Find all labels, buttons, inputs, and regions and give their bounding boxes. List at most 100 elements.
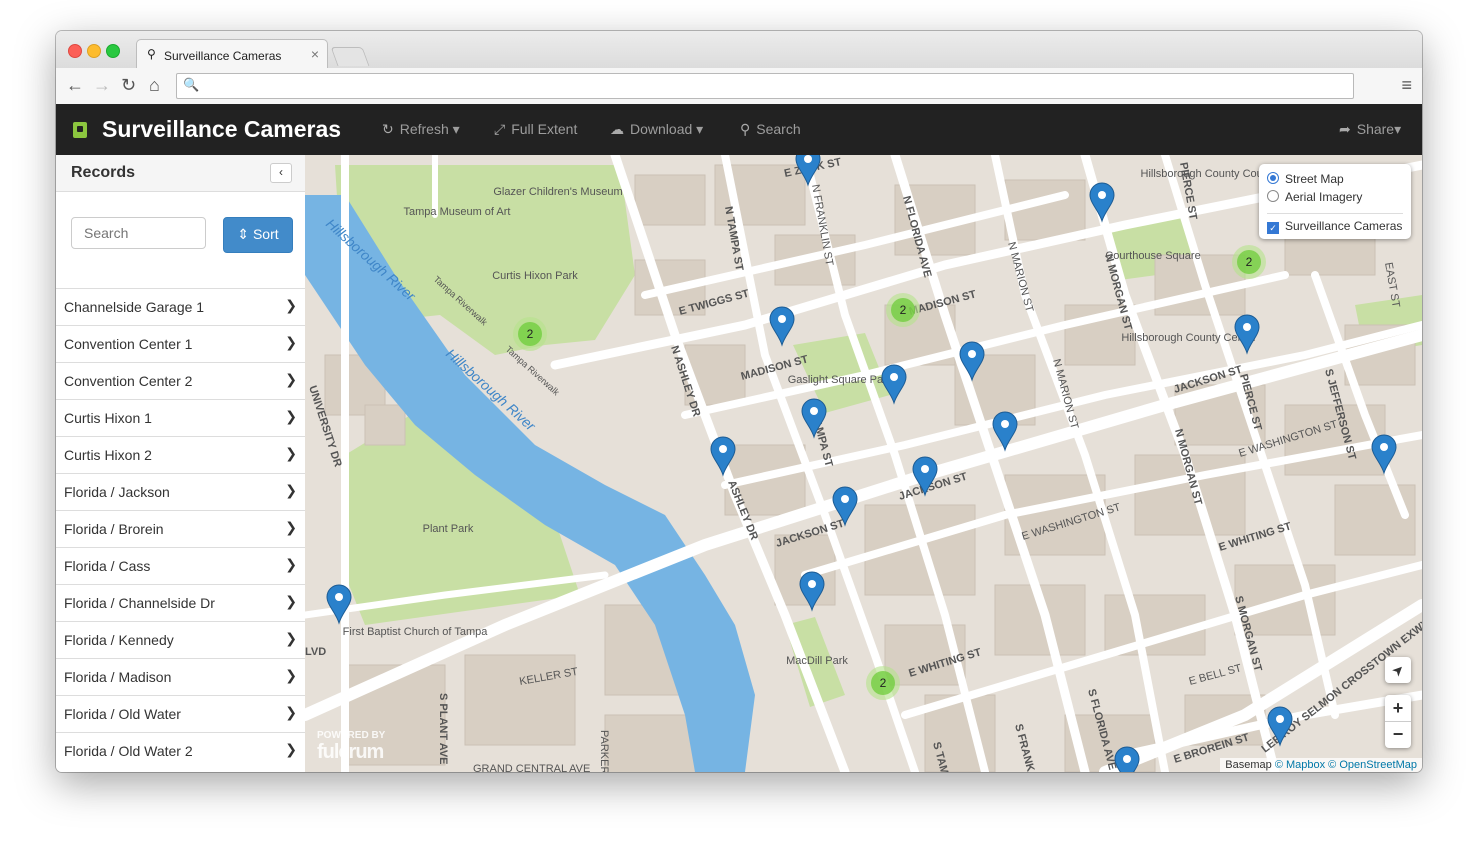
list-item[interactable]: Curtis Hixon 1 ❯ [56,399,305,436]
caret-down-icon: ▾ [1394,121,1402,137]
forward-button[interactable]: → [93,75,111,95]
browser-tab[interactable]: ⚲ Surveillance Cameras × [136,39,328,69]
list-item-label: Convention Center 1 [64,336,193,352]
maximize-window-button[interactable] [106,44,120,58]
poi-label: MacDill Park [786,655,848,667]
search-label: Search [756,121,801,137]
chevron-right-icon: ❯ [285,741,297,757]
app-title[interactable]: Surveillance Cameras [102,116,341,143]
layer-control: Street Map Aerial Imagery ✓ Surveillance … [1259,164,1411,239]
cameras-layer-option[interactable]: ✓ Surveillance Cameras [1267,219,1402,234]
caret-down-icon: ▾ [696,121,704,137]
list-item-label: Curtis Hixon 2 [64,447,152,463]
cluster-marker[interactable]: 2 [886,293,920,327]
cluster-marker[interactable]: 2 [1232,245,1266,279]
cluster-count: 2 [900,303,907,317]
list-item[interactable]: Florida / Kennedy ❯ [56,621,305,658]
chevron-right-icon: ❯ [285,482,297,498]
poi-label: Gaslight Square Park [788,374,893,386]
poi-label: Plant Park [423,523,474,535]
minimize-window-button[interactable] [87,44,101,58]
mapbox-link[interactable]: © Mapbox [1275,759,1325,771]
cluster-marker[interactable]: 2 [866,666,900,700]
refresh-icon: ↻ [382,121,394,137]
full-extent-label: Full Extent [511,121,578,137]
reload-button[interactable]: ↻ [121,75,136,95]
powered-by-label: POWERED BY [317,730,386,741]
sidebar-header: Records ‹ [56,155,305,192]
osm-link[interactable]: © OpenStreetMap [1328,759,1417,771]
list-item[interactable]: Florida / Brorein ❯ [56,510,305,547]
cluster-marker[interactable]: 2 [513,317,547,351]
camera-marker-pin[interactable] [1114,746,1140,772]
cluster-count: 2 [1246,255,1253,269]
map-label: N MARION ST [1005,241,1035,314]
camera-marker-pin[interactable] [881,364,907,405]
list-item[interactable]: Florida / Old Water 2 ❯ [56,732,305,769]
chevron-right-icon: ❯ [285,408,297,424]
tab-close-button[interactable]: × [311,46,319,62]
camera-marker-pin[interactable] [769,306,795,347]
aerial-imagery-label: Aerial Imagery [1285,190,1363,204]
list-item-label: Florida / Jackson [64,484,170,500]
chevron-right-icon: ❯ [285,334,297,350]
list-item-label: Florida / Old Water 2 [64,743,193,759]
locate-button[interactable]: ➤ [1385,657,1411,683]
street-map-option[interactable]: Street Map [1267,172,1344,186]
list-item[interactable]: Convention Center 1 ❯ [56,325,305,362]
radio-selected-icon[interactable] [1267,172,1279,184]
list-item[interactable]: Florida / Channelside Dr ❯ [56,584,305,621]
zoom-in-button[interactable]: + [1385,695,1411,722]
collapse-sidebar-button[interactable]: ‹ [270,163,292,183]
list-item-label: Convention Center 2 [64,373,193,389]
map-label: S FRANK [1012,723,1036,772]
chevron-right-icon: ❯ [285,519,297,535]
street-map-label: Street Map [1285,172,1344,186]
chevron-right-icon: ❯ [285,667,297,683]
search-icon: 🔍 [183,77,200,92]
list-item[interactable]: Curtis Hixon 2 ❯ [56,436,305,473]
browser-menu-button[interactable]: ≡ [1401,76,1412,94]
list-item-label: Florida / Old Water [64,706,181,722]
checkbox-checked-icon[interactable]: ✓ [1267,222,1279,234]
refresh-menu[interactable]: ↻ Refresh ▾ [382,121,460,138]
download-menu[interactable]: ☁ Download ▾ [610,121,703,138]
map-view[interactable]: E ZACK ST E TWIGGS ST MADISON ST MADISON… [305,155,1422,772]
cluster-count: 2 [880,676,887,690]
radio-icon[interactable] [1267,190,1279,202]
list-item[interactable]: Florida / Old Water ❯ [56,695,305,732]
records-search-input[interactable] [71,217,206,249]
back-button[interactable]: ← [66,75,84,95]
map-label: PARKER [598,730,610,772]
download-label: Download [630,121,693,137]
list-item[interactable]: Florida / Madison ❯ [56,658,305,695]
list-item[interactable]: Convention Center 2 ❯ [56,362,305,399]
riverwalk-label: Tampa Riverwalk [504,344,562,398]
address-bar[interactable]: 🔍 [176,73,1354,99]
cluster-count: 2 [527,327,534,341]
list-item[interactable]: Florida / Cass ❯ [56,547,305,584]
new-tab-button[interactable] [330,47,370,66]
home-button[interactable]: ⌂ [149,75,160,95]
share-menu[interactable]: ➦ Share▾ [1339,121,1401,138]
sort-button[interactable]: ⇕ Sort [223,217,293,253]
map-attribution: Basemap © Mapbox © OpenStreetMap [1220,758,1422,772]
poi-label: Glazer Children's Museum [493,186,622,198]
list-item-label: Florida / Channelside Dr [64,595,215,611]
list-item-label: Curtis Hixon 1 [64,410,152,426]
close-window-button[interactable] [68,44,82,58]
aerial-imagery-option[interactable]: Aerial Imagery [1267,190,1362,204]
camera-marker-pin[interactable] [1089,182,1115,223]
full-extent-button[interactable]: ⤢ Full Extent [494,121,577,138]
camera-marker-pin[interactable] [1234,314,1260,355]
map-label: GRAND CENTRAL AVE [473,763,590,772]
zoom-out-button[interactable]: − [1385,722,1411,748]
search-button[interactable]: ⚲ Search [740,121,801,138]
tab-title: Surveillance Cameras [164,49,282,63]
poi-label: First Baptist Church of Tampa [343,626,489,638]
layer-divider [1267,213,1403,214]
list-item[interactable]: Channelside Garage 1 ❯ [56,288,305,325]
list-item-label: Florida / Brorein [64,521,164,537]
tab-bar: ⚲ Surveillance Cameras × [56,31,1422,69]
list-item[interactable]: Florida / Jackson ❯ [56,473,305,510]
